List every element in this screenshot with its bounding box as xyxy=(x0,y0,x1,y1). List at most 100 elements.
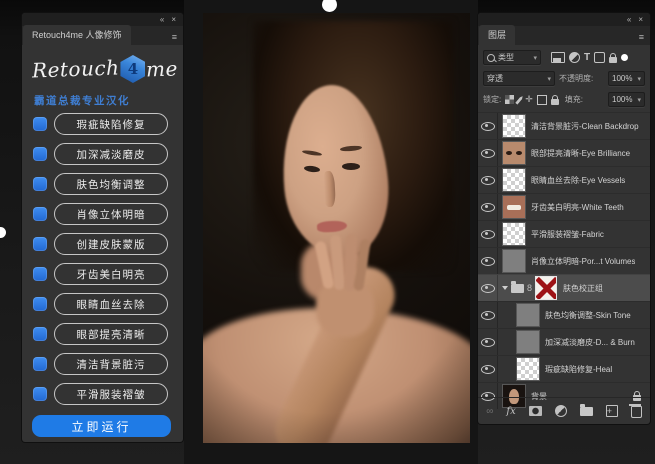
tool-checkbox-clean-backdrop[interactable] xyxy=(33,357,47,371)
chevron-down-icon: ▾ xyxy=(637,75,641,83)
visibility-toggle[interactable] xyxy=(478,140,498,166)
visibility-toggle[interactable] xyxy=(478,275,498,301)
tool-checkbox-portrait-volumes[interactable] xyxy=(33,207,47,221)
group-expand-icon[interactable] xyxy=(502,286,508,290)
filter-shape-layers-icon[interactable] xyxy=(594,52,605,63)
blend-mode-value: 穿透 xyxy=(487,73,503,84)
layer-thumbnail[interactable] xyxy=(503,250,525,272)
layer-row-white-teeth[interactable]: 牙齿美白明亮-White Teeth xyxy=(478,193,650,220)
tool-button-eye-brilliance[interactable]: 眼部提亮清晰 xyxy=(54,323,168,345)
new-layer-icon[interactable]: + xyxy=(606,405,618,417)
filter-toggle-icon[interactable] xyxy=(621,54,628,61)
collapse-panel-icon[interactable]: « xyxy=(160,16,164,24)
filter-pixel-layers-icon[interactable] xyxy=(551,52,565,63)
layer-thumbnail[interactable] xyxy=(503,223,525,245)
layer-thumbnail[interactable] xyxy=(503,142,525,164)
layer-thumbnail[interactable] xyxy=(517,331,539,353)
visibility-toggle[interactable] xyxy=(478,113,498,139)
close-panel-icon[interactable]: × xyxy=(638,16,643,24)
tool-checkbox-heal[interactable] xyxy=(33,117,47,131)
delete-layer-icon[interactable] xyxy=(631,404,642,418)
visibility-toggle[interactable] xyxy=(478,221,498,247)
panel-menu-icon[interactable]: ≡ xyxy=(172,32,177,45)
layer-thumbnail[interactable] xyxy=(503,169,525,191)
tool-checkbox-white-teeth[interactable] xyxy=(33,267,47,281)
opacity-select[interactable]: 100% ▾ xyxy=(608,71,645,86)
tool-button-clean-backdrop[interactable]: 清洁背景脏污 xyxy=(54,353,168,375)
tool-checkbox-skin-tone[interactable] xyxy=(33,177,47,191)
panel-tabbar: 图层 ≡ xyxy=(478,26,650,45)
adjustment-layer-icon[interactable] xyxy=(555,405,567,417)
layer-row-heal[interactable]: 瑕疵缺陷修复-Heal xyxy=(478,355,650,382)
tool-button-eye-vessels[interactable]: 眼睛血丝去除 xyxy=(54,293,168,315)
lock-all-icon[interactable] xyxy=(551,95,559,105)
layer-row-fabric[interactable]: 平滑服装褶皱-Fabric xyxy=(478,220,650,247)
opacity-label: 不透明度: xyxy=(559,73,593,84)
logo-text-right: me xyxy=(146,56,179,81)
panel-menu-icon[interactable]: ≡ xyxy=(639,32,644,45)
layer-style-icon[interactable]: fx xyxy=(506,406,515,417)
collapse-panel-icon[interactable]: « xyxy=(627,16,631,24)
tool-checkbox-skin-mask[interactable] xyxy=(33,237,47,251)
tool-button-heal[interactable]: 瑕疵缺陷修复 xyxy=(54,113,168,135)
layer-thumbnail[interactable] xyxy=(517,358,539,380)
layer-row-clean-backdrop[interactable]: 清洁背景脏污-Clean Backdrop xyxy=(478,112,650,139)
close-panel-icon[interactable]: × xyxy=(171,16,176,24)
lock-position-icon[interactable]: ✛ xyxy=(525,94,533,105)
visibility-toggle[interactable] xyxy=(478,302,498,328)
filter-adjustment-layers-icon[interactable] xyxy=(569,52,580,63)
tool-checkbox-dodge-burn[interactable] xyxy=(33,147,47,161)
filter-type-select[interactable]: 类型 ▾ xyxy=(483,50,541,65)
tool-checkbox-eye-brilliance[interactable] xyxy=(33,327,47,341)
lock-pixels-icon[interactable] xyxy=(518,95,521,105)
tool-button-fabric[interactable]: 平滑服装褶皱 xyxy=(54,383,168,405)
tool-button-dodge-burn[interactable]: 加深减淡磨皮 xyxy=(54,143,168,165)
tool-checkbox-eye-vessels[interactable] xyxy=(33,297,47,311)
eye-icon xyxy=(481,149,495,158)
layer-name: 清洁背景脏污-Clean Backdrop xyxy=(531,121,639,132)
tool-row: 瑕疵缺陷修复 xyxy=(22,113,183,135)
layer-thumbnail[interactable] xyxy=(503,196,525,218)
layer-list: 清洁背景脏污-Clean Backdrop 眼部提亮清晰-Eye Brillia… xyxy=(478,112,650,409)
search-icon xyxy=(487,54,495,62)
visibility-toggle[interactable] xyxy=(478,194,498,220)
tool-row: 肖像立体明暗 xyxy=(22,203,183,225)
new-group-icon[interactable] xyxy=(580,407,593,416)
lock-transparency-icon[interactable] xyxy=(505,95,514,104)
filter-smart-objects-icon[interactable] xyxy=(609,53,617,63)
visibility-toggle[interactable] xyxy=(478,329,498,355)
group-mask-thumbnail[interactable] xyxy=(535,276,557,300)
eye-icon xyxy=(481,365,495,374)
fill-label: 填充: xyxy=(565,94,583,105)
layer-thumbnail[interactable] xyxy=(503,115,525,137)
tool-button-portrait-volumes[interactable]: 肖像立体明暗 xyxy=(54,203,168,225)
layer-row-skin-tone[interactable]: 肤色均衡调整-Skin Tone xyxy=(478,301,650,328)
link-layers-icon[interactable]: ∞ xyxy=(486,406,493,417)
run-now-button[interactable]: 立即运行 xyxy=(32,415,171,437)
visibility-toggle[interactable] xyxy=(478,248,498,274)
layer-thumbnail[interactable] xyxy=(517,304,539,326)
tab-layers[interactable]: 图层 xyxy=(479,25,515,45)
tool-button-skin-mask[interactable]: 创建皮肤蒙版 xyxy=(54,233,168,255)
eye-icon xyxy=(481,176,495,185)
tool-button-white-teeth[interactable]: 牙齿美白明亮 xyxy=(54,263,168,285)
layer-group-skin-correction[interactable]: 8 肤色校正组 xyxy=(478,274,650,301)
tab-retouch4me[interactable]: Retouch4me 人像修饰 xyxy=(23,25,131,45)
blend-mode-select[interactable]: 穿透 ▾ xyxy=(483,71,555,86)
tool-checkbox-fabric[interactable] xyxy=(33,387,47,401)
chevron-down-icon: ▾ xyxy=(533,54,537,62)
tool-button-skin-tone[interactable]: 肤色均衡调整 xyxy=(54,173,168,195)
visibility-toggle[interactable] xyxy=(478,167,498,193)
add-mask-icon[interactable] xyxy=(529,406,542,416)
eye-icon xyxy=(481,338,495,347)
portrait-photo[interactable] xyxy=(203,13,470,443)
layer-row-dodge-burn[interactable]: 加深减淡磨皮-D... & Burn xyxy=(478,328,650,355)
layer-row-portrait-volumes[interactable]: 肖像立体明暗-Por...t Volumes xyxy=(478,247,650,274)
visibility-toggle[interactable] xyxy=(478,356,498,382)
layer-row-eye-vessels[interactable]: 眼睛血丝去除-Eye Vessels xyxy=(478,166,650,193)
lock-artboard-icon[interactable] xyxy=(537,95,547,105)
fill-select[interactable]: 100% ▾ xyxy=(608,92,645,107)
filter-type-layers-icon[interactable]: T xyxy=(584,52,590,63)
layers-panel: « × 图层 ≡ 类型 ▾ T 穿透 ▾ 不透明 xyxy=(478,13,650,424)
layer-row-eye-brilliance[interactable]: 眼部提亮清晰-Eye Brilliance xyxy=(478,139,650,166)
